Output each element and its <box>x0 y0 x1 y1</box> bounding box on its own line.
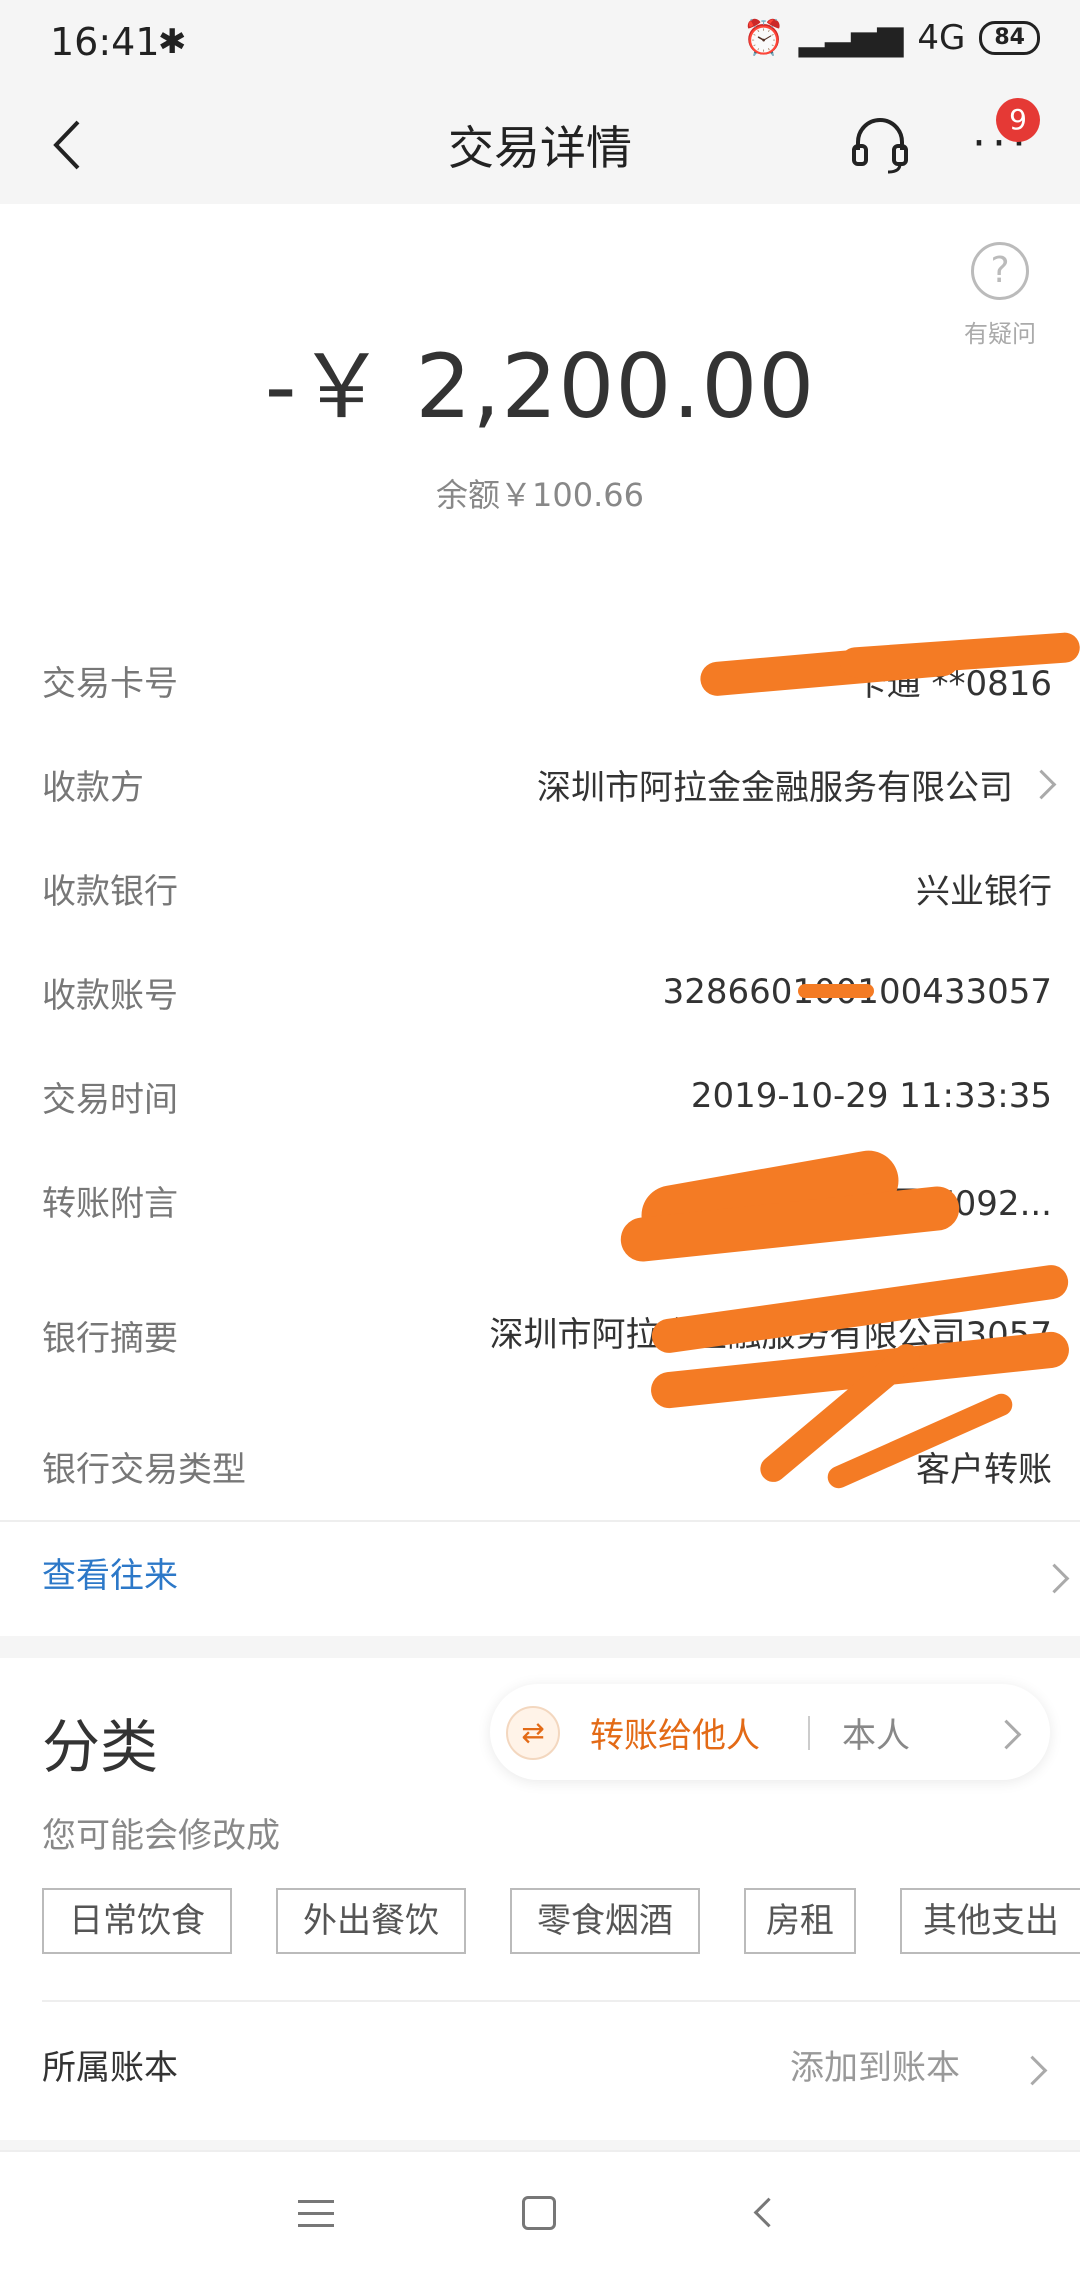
back-button[interactable] <box>40 110 100 180</box>
recent-apps-button[interactable] <box>298 2200 334 2236</box>
detail-row-account: 收款账号 328660100100433057 <box>42 962 1052 1022</box>
detail-label: 收款方 <box>42 767 144 808</box>
signal-icon: ▂▃▅▆ <box>798 18 904 58</box>
detail-label: 银行交易类型 <box>42 1449 246 1490</box>
app-header <box>0 88 1080 204</box>
redaction-mark <box>798 984 874 998</box>
add-to-ledger-button[interactable]: 添加到账本 <box>790 2040 960 2089</box>
transaction-amount: -￥ 2,200.00 <box>264 335 816 438</box>
category-current[interactable]: 转账给他人 <box>590 1708 760 1757</box>
status-time: 16:41 <box>50 20 160 64</box>
divider <box>0 1520 1080 1522</box>
category-tag[interactable]: 日常饮食 <box>42 1888 232 1954</box>
ledger-label: 所属账本 <box>42 2048 178 2088</box>
home-button[interactable] <box>522 2196 556 2230</box>
category-title: 分类 <box>42 1713 159 1781</box>
detail-row-payee[interactable]: 收款方 深圳市阿拉金金融服务有限公司 <box>42 754 1057 814</box>
transfer-icon: ⇄ <box>506 1706 560 1760</box>
section-gap <box>0 1636 1080 1658</box>
headset-icon <box>852 118 908 174</box>
category-tag[interactable]: 零食烟酒 <box>510 1888 700 1954</box>
category-hint: 您可能会修改成 <box>42 1816 280 1856</box>
bluetooth-icon: ✱ <box>158 22 187 62</box>
account-balance: 余额￥100.66 <box>436 476 644 514</box>
network-type: 4G <box>917 18 966 58</box>
category-tag[interactable]: 其他支出 <box>900 1888 1080 1954</box>
alarm-icon: ⏰ <box>742 18 785 58</box>
detail-row-bank: 收款银行 兴业银行 <box>42 858 1052 918</box>
detail-label: 转账附言 <box>42 1183 178 1224</box>
customer-service-button[interactable] <box>848 112 912 176</box>
status-icons: ⏰ ▂▃▅▆ 4G 84 <box>742 18 1040 58</box>
question-icon: ? <box>971 242 1029 300</box>
detail-label: 交易时间 <box>42 1079 178 1120</box>
detail-value: 客户转账 <box>916 1449 1052 1490</box>
detail-row-time: 交易时间 2019-10-29 11:33:35 <box>42 1066 1052 1126</box>
detail-value: 深圳市阿拉金金融服务有限公司 <box>537 767 1013 808</box>
category-tag[interactable]: 外出餐饮 <box>276 1888 466 1954</box>
chevron-right-icon <box>1026 769 1057 799</box>
category-selector[interactable] <box>490 1684 1050 1780</box>
category-tag[interactable]: 房租 <box>744 1888 856 1954</box>
view-history-link[interactable]: 查看往来 <box>42 1548 178 1597</box>
separator <box>808 1716 810 1750</box>
detail-label: 交易卡号 <box>42 663 178 704</box>
battery-level: 84 <box>979 21 1040 55</box>
chevron-left-icon <box>53 120 80 170</box>
notification-badge: 9 <box>996 98 1040 142</box>
detail-value: 兴业银行 <box>916 871 1052 912</box>
category-self-option[interactable]: 本人 <box>842 1708 910 1757</box>
divider <box>42 2000 1080 2002</box>
detail-value: 2019-10-29 11:33:35 <box>690 1076 1052 1116</box>
detail-label: 收款银行 <box>42 871 178 912</box>
detail-label: 银行摘要 <box>42 1318 178 1359</box>
detail-label: 收款账号 <box>42 975 178 1016</box>
